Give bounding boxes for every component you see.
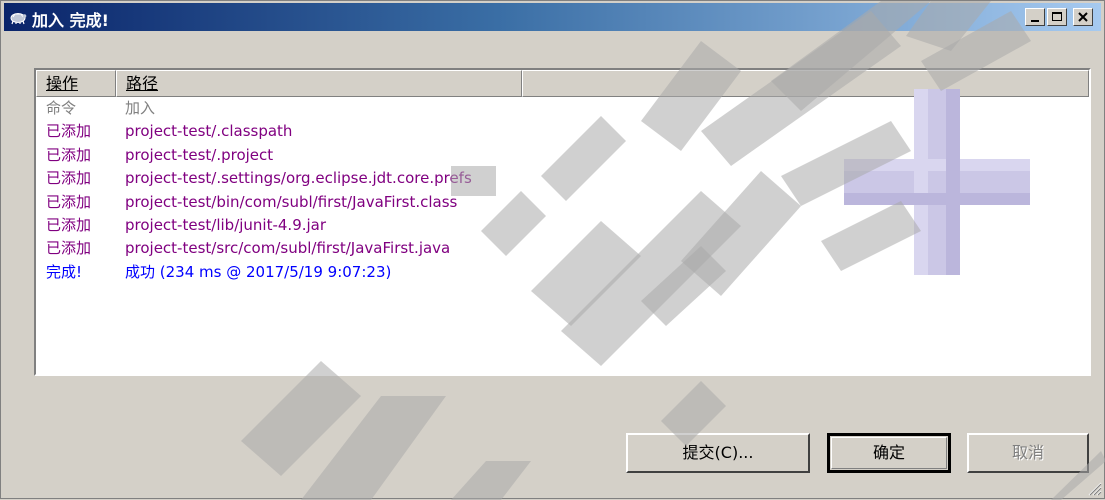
list-item-action: 完成! [46,262,83,281]
tortoise-icon [10,13,27,25]
list-item-path: 加入 [125,99,156,117]
add-plus-icon [844,89,1030,275]
list-item-action: 命令 [46,99,77,117]
list-item-path: project-test/src/com/subl/first/JavaFirs… [125,239,451,258]
column-header-action[interactable]: 操作 [36,70,116,97]
list-item-path: project-test/bin/com/subl/first/JavaFirs… [125,192,458,211]
add-finished-dialog: 加入 完成! 操作 路径 命令 加入已添加 project-test/.classp… [0,0,1105,500]
resize-grip-icon[interactable] [1086,480,1102,496]
cancel-button[interactable]: 取消 [967,433,1089,473]
list-item-action: 已添加 [46,215,92,234]
title-bar[interactable]: 加入 完成! [4,3,1101,31]
minimize-icon [1031,20,1039,22]
list-item-action: 已添加 [46,192,92,211]
list-item-path: project-test/.settings/org.eclipse.jdt.c… [125,169,472,188]
close-icon [1078,12,1088,22]
minimize-button[interactable] [1025,8,1045,26]
list-item-path: project-test/.classpath [125,122,293,141]
ok-button-label: 确定 [872,443,905,462]
list-item-path: project-test/.project [125,145,274,164]
maximize-button[interactable] [1047,8,1067,26]
list-item-action: 已添加 [46,122,92,141]
maximize-icon [1052,12,1062,21]
list-item-path: 成功 (234 ms @ 2017/5/19 9:07:23) [125,262,392,281]
close-button[interactable] [1073,8,1093,26]
list-item-action: 已添加 [46,169,92,188]
ok-button[interactable]: 确定 [827,433,951,473]
window-title: 加入 完成! [32,11,109,30]
list-item-action: 已添加 [46,239,92,258]
list-item-action: 已添加 [46,145,92,164]
commit-button[interactable]: 提交(C)... [626,433,810,473]
column-header-path[interactable]: 路径 [116,70,522,97]
list-item-path: project-test/lib/junit-4.9.jar [125,215,327,234]
